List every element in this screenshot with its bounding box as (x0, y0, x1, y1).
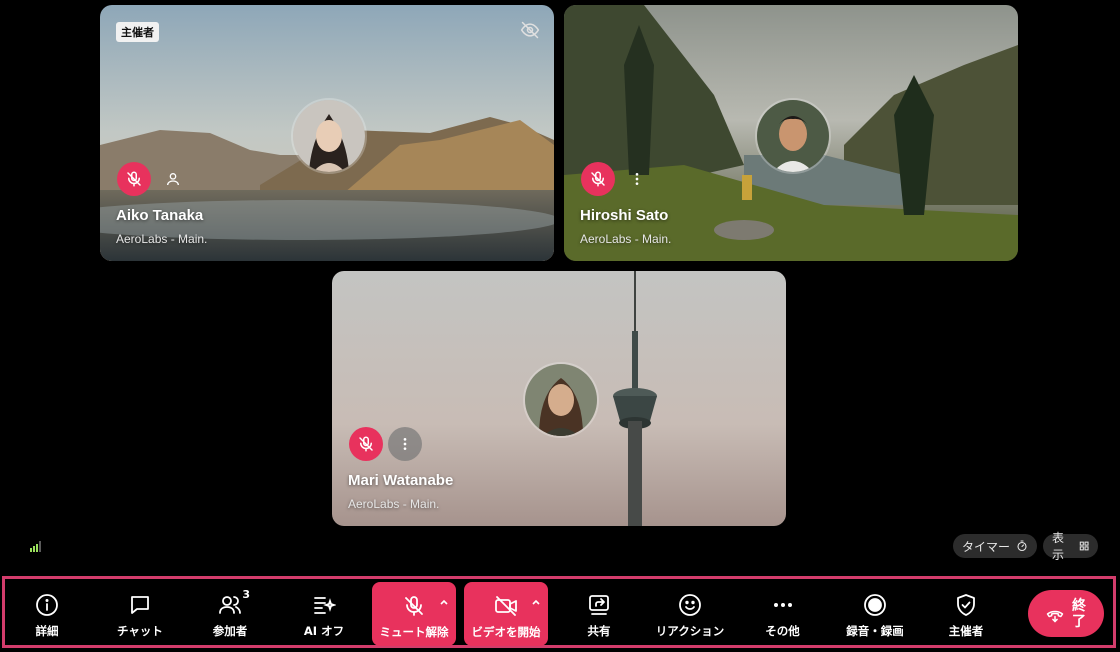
details-button[interactable]: 詳細 (21, 581, 73, 645)
signal-strength-icon (30, 541, 41, 552)
share-screen-icon (589, 595, 609, 615)
avatar (523, 362, 599, 438)
participant-tile-mari[interactable]: Mari Watanabe AeroLabs - Main. (332, 271, 786, 526)
share-label: 共有 (587, 624, 611, 638)
participant-name: Aiko Tanaka (116, 207, 204, 224)
reactions-button[interactable]: リアクション (650, 581, 730, 645)
end-call-label: 終了 (1072, 597, 1086, 630)
avatar (291, 98, 367, 174)
chat-icon (131, 596, 149, 614)
host-badge: 主催者 (116, 22, 159, 42)
hang-up-icon (1046, 610, 1064, 622)
start-video-label: ビデオを開始 (471, 625, 541, 639)
more-button[interactable]: その他 (760, 581, 805, 645)
chevron-up-icon[interactable] (439, 597, 449, 607)
record-icon (864, 594, 886, 616)
ai-sparkle-icon (314, 597, 336, 614)
host-controls-label: 主催者 (948, 624, 984, 638)
end-call-button[interactable]: 終了 (1028, 590, 1104, 637)
record-button[interactable]: 録音・録画 (839, 581, 911, 645)
participant-name: Hiroshi Sato (580, 207, 669, 224)
chat-button[interactable]: チャット (105, 581, 175, 645)
mic-off-icon (405, 596, 423, 616)
details-label: 詳細 (35, 624, 59, 638)
start-video-button[interactable]: ビデオを開始 (464, 582, 548, 646)
participants-label: 参加者 (212, 624, 248, 638)
smile-icon (679, 594, 701, 616)
host-controls-button[interactable]: 主催者 (942, 581, 990, 645)
chat-label: チャット (117, 624, 163, 638)
participant-tile-hiroshi[interactable]: Hiroshi Sato AeroLabs - Main. (564, 5, 1018, 261)
ai-label: AI オフ (303, 624, 345, 638)
person-icon[interactable] (161, 167, 185, 191)
timer-button[interactable]: タイマー (953, 534, 1037, 558)
meeting-toolbar: 詳細 チャット 3 参加者 AI オフ ミュート解除 ビデオを開始 共有 リアク… (2, 576, 1116, 648)
participants-button[interactable]: 3 参加者 (200, 581, 260, 645)
chevron-up-icon[interactable] (531, 597, 541, 607)
video-off-icon (495, 596, 517, 616)
view-label: 表示 (1052, 531, 1065, 562)
ai-button[interactable]: AI オフ (293, 581, 355, 645)
unmute-button[interactable]: ミュート解除 (372, 582, 456, 646)
stopwatch-icon (1017, 540, 1027, 552)
view-button[interactable]: 表示 (1043, 531, 1098, 562)
more-vertical-icon[interactable] (388, 427, 422, 461)
unmute-label: ミュート解除 (379, 625, 449, 639)
avatar (755, 98, 831, 174)
people-icon (219, 596, 241, 614)
participant-name: Mari Watanabe (348, 472, 454, 489)
record-label: 録音・録画 (846, 624, 904, 638)
mic-off-icon[interactable] (117, 162, 151, 196)
participant-tile-aiko[interactable]: 主催者 Aiko Tanaka AeroLabs - Main. (100, 5, 554, 261)
share-button[interactable]: 共有 (579, 581, 619, 645)
shield-check-icon (957, 594, 975, 616)
participants-count: 3 (242, 588, 250, 601)
grid-icon (1079, 541, 1089, 551)
reactions-label: リアクション (655, 624, 725, 638)
participant-org: AeroLabs - Main. (116, 232, 208, 246)
timer-label: タイマー (962, 539, 1011, 554)
mic-off-icon[interactable] (349, 427, 383, 461)
participant-org: AeroLabs - Main. (348, 497, 440, 511)
info-icon (36, 594, 58, 616)
participant-org: AeroLabs - Main. (580, 232, 672, 246)
more-horizontal-icon (773, 603, 792, 607)
eye-off-icon[interactable] (520, 20, 540, 40)
mic-off-icon[interactable] (581, 162, 615, 196)
more-label: その他 (765, 624, 800, 638)
more-vertical-icon[interactable] (625, 167, 649, 191)
